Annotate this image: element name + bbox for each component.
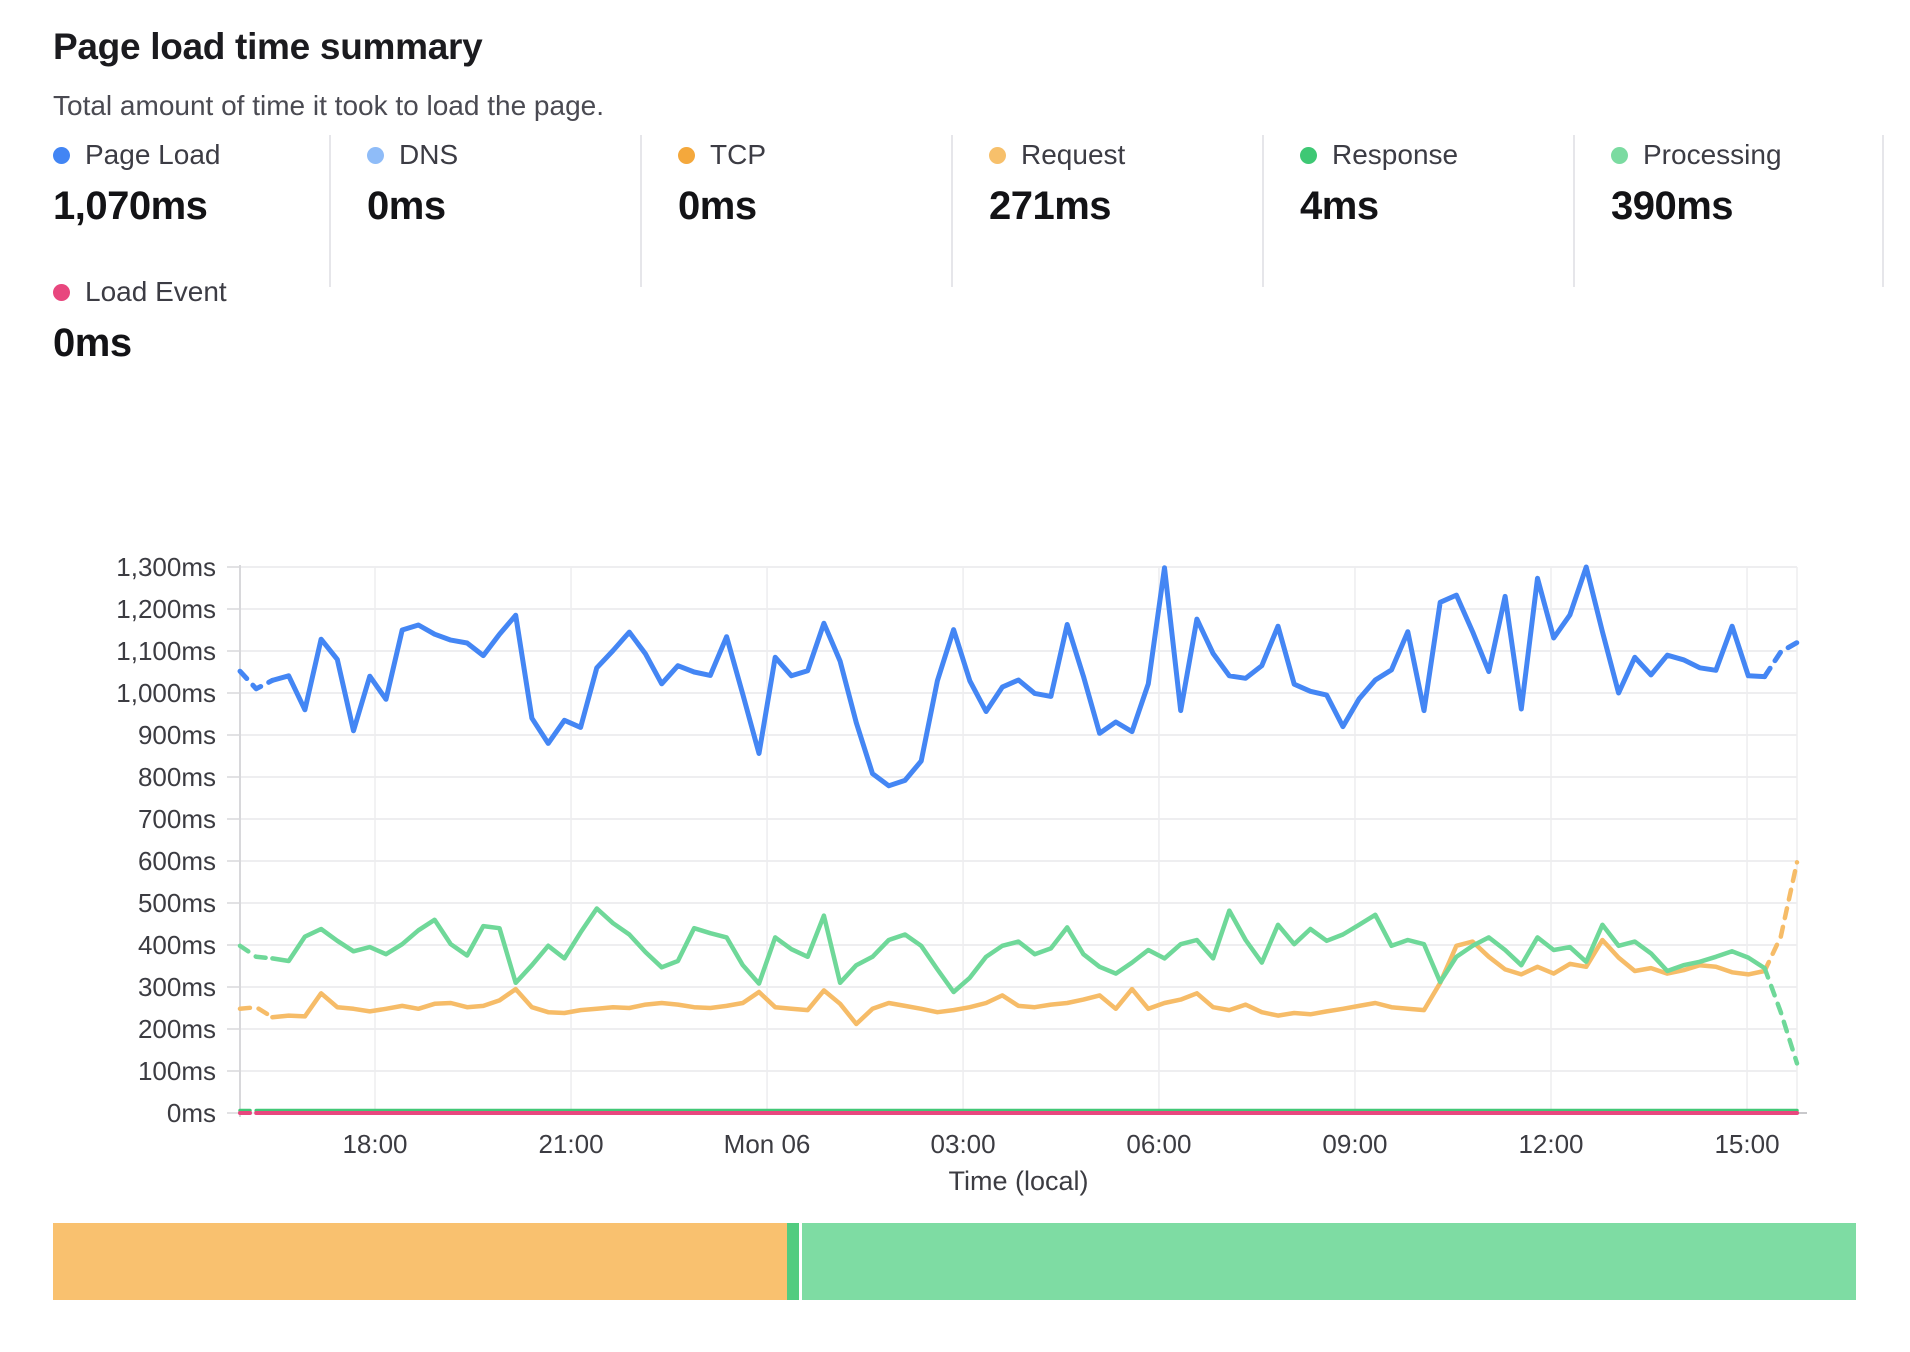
request-legend-dot <box>989 147 1006 164</box>
response-legend-dot <box>1300 147 1317 164</box>
x-axis-label: 06:00 <box>1126 1129 1191 1159</box>
stat-label: TCP <box>710 139 766 171</box>
y-axis-label: 1,100ms <box>116 636 216 666</box>
stat-response: Response 4ms <box>1262 135 1573 287</box>
x-axis-label: Mon 06 <box>724 1129 811 1159</box>
load-event-legend-dot <box>53 284 70 301</box>
series-page-load-line <box>272 567 1764 786</box>
y-axis-label: 300ms <box>138 972 216 1002</box>
processing-legend-dot <box>1611 147 1628 164</box>
y-axis-label: 600ms <box>138 846 216 876</box>
stat-value: 0ms <box>53 321 227 366</box>
page-load-summary-panel: Page load time summary Total amount of t… <box>0 0 1910 1352</box>
stat-value: 0ms <box>367 184 640 229</box>
stat-dns: DNS 0ms <box>329 135 640 287</box>
x-axis-label: 03:00 <box>931 1129 996 1159</box>
x-axis-label: 15:00 <box>1714 1129 1779 1159</box>
x-axis-label: 21:00 <box>538 1129 603 1159</box>
y-axis-label: 800ms <box>138 762 216 792</box>
stat-processing: Processing 390ms <box>1573 135 1884 287</box>
stats-row: Page Load 1,070ms DNS 0ms TCP 0ms Reques… <box>53 135 1884 287</box>
x-axis-title: Time (local) <box>948 1166 1088 1196</box>
dns-legend-dot <box>367 147 384 164</box>
series-processing-dashed-end <box>1765 968 1797 1063</box>
stat-value: 390ms <box>1611 184 1882 229</box>
stat-label: Processing <box>1643 139 1782 171</box>
distribution-bar <box>53 1223 1856 1300</box>
footer-bar-orange-segment <box>53 1223 787 1300</box>
page-subtitle: Total amount of time it took to load the… <box>53 90 604 122</box>
stat-label: Request <box>1021 139 1125 171</box>
y-axis-label: 100ms <box>138 1056 216 1086</box>
series-processing-line <box>272 909 1764 993</box>
series-page-load-dashed-end <box>1765 643 1797 677</box>
stat-request: Request 271ms <box>951 135 1262 287</box>
stat-value: 4ms <box>1300 184 1573 229</box>
page-load-legend-dot <box>53 147 70 164</box>
page-title: Page load time summary <box>53 26 482 68</box>
stat-label: Page Load <box>85 139 220 171</box>
stat-label: Load Event <box>85 276 227 308</box>
y-axis-label: 0ms <box>167 1098 216 1128</box>
y-axis-label: 1,000ms <box>116 678 216 708</box>
stat-label: DNS <box>399 139 458 171</box>
stat-tcp: TCP 0ms <box>640 135 951 287</box>
y-axis-label: 1,300ms <box>116 552 216 582</box>
series-request-dashed-start <box>240 1007 272 1017</box>
y-axis-label: 200ms <box>138 1014 216 1044</box>
series-processing-dashed-start <box>240 946 272 959</box>
stat-label: Response <box>1332 139 1458 171</box>
y-axis-label: 500ms <box>138 888 216 918</box>
y-axis-label: 1,200ms <box>116 594 216 624</box>
series-page-load-dashed-start <box>240 671 272 689</box>
page-load-time-chart: 0ms 100ms 200ms 300ms 400ms 500ms 600ms 700ms 80… <box>0 540 1910 1220</box>
footer-bar-dark-green-divider <box>787 1223 799 1300</box>
stat-value: 0ms <box>678 184 951 229</box>
tcp-legend-dot <box>678 147 695 164</box>
series-request-line <box>272 940 1764 1024</box>
x-axis-label: 09:00 <box>1322 1129 1387 1159</box>
stat-value: 271ms <box>989 184 1262 229</box>
y-axis-label: 700ms <box>138 804 216 834</box>
x-axis-label: 12:00 <box>1518 1129 1583 1159</box>
stat-load-event: Load Event 0ms <box>53 272 227 366</box>
series-request-dashed-end <box>1765 862 1797 971</box>
stat-value: 1,070ms <box>53 184 329 229</box>
x-axis-label: 18:00 <box>342 1129 407 1159</box>
y-axis-label: 400ms <box>138 930 216 960</box>
y-axis-label: 900ms <box>138 720 216 750</box>
footer-bar-green-segment <box>802 1223 1856 1300</box>
stat-page-load: Page Load 1,070ms <box>53 135 329 287</box>
